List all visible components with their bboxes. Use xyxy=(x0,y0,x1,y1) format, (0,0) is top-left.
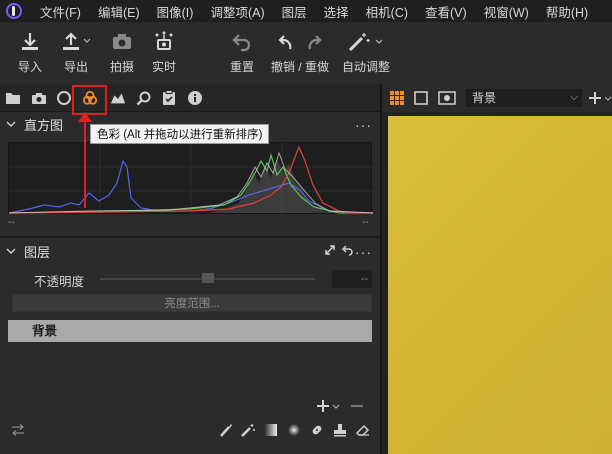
layers-header[interactable]: 图层 ··· xyxy=(0,240,380,262)
image-canvas[interactable] xyxy=(388,116,612,454)
search-icon[interactable] xyxy=(136,90,152,106)
export-label: 导出 xyxy=(63,60,88,74)
remove-layer-icon[interactable] xyxy=(350,398,364,417)
menu-layers[interactable]: 图层 xyxy=(282,2,307,21)
reset-section-icon[interactable] xyxy=(341,244,354,259)
more-icon[interactable]: ··· xyxy=(355,244,372,260)
luma-range-button[interactable]: 亮度范围... xyxy=(12,294,372,312)
reset-label: 重置 xyxy=(230,60,255,74)
opacity-slider-thumb[interactable] xyxy=(202,273,214,283)
section-divider xyxy=(0,236,380,238)
capture-label: 拍摄 xyxy=(110,60,135,74)
auto-adjust-button[interactable]: 自动调整 xyxy=(342,28,390,75)
histogram-foot-left: -- xyxy=(8,217,15,228)
viewer-toolbar: 背景 ⌵ xyxy=(382,84,612,112)
menu-file[interactable]: 文件(F) xyxy=(40,2,81,21)
eye-icon[interactable] xyxy=(438,91,456,108)
chevron-down-icon xyxy=(6,121,16,127)
magic-wand-icon xyxy=(344,28,388,56)
live-label: 实时 xyxy=(152,60,177,74)
capture-button[interactable]: 拍摄 xyxy=(110,28,134,75)
opacity-label: 不透明度 xyxy=(34,275,85,289)
add-layer-icon[interactable] xyxy=(316,398,342,417)
exposure-icon[interactable] xyxy=(110,90,126,106)
auto-mask-icon[interactable] xyxy=(240,422,256,438)
reset-button[interactable]: 重置 xyxy=(230,28,254,75)
import-label: 导入 xyxy=(18,60,43,74)
import-icon xyxy=(19,28,41,56)
export-button[interactable]: 导出 xyxy=(60,28,92,75)
menubar: 文件(F) 编辑(E) 图像(I) 调整项(A) 图层 选择 相机(C) 查看(… xyxy=(0,0,612,22)
menu-select[interactable]: 选择 xyxy=(324,2,349,21)
histogram-title: 直方图 xyxy=(24,117,64,133)
brush-icon[interactable] xyxy=(218,422,234,438)
viewer-select-value: 背景 xyxy=(472,91,497,105)
expand-icon[interactable] xyxy=(324,244,336,259)
histogram-svg xyxy=(9,143,373,215)
healing-icon[interactable] xyxy=(309,422,325,438)
lens-icon[interactable] xyxy=(56,90,72,106)
camera-icon xyxy=(111,28,133,56)
add-viewer-icon[interactable] xyxy=(588,90,612,109)
menu-edit[interactable]: 编辑(E) xyxy=(98,2,140,21)
folder-icon[interactable] xyxy=(5,90,21,106)
camera-tab-icon[interactable] xyxy=(31,90,47,106)
annotation-arrow xyxy=(84,118,86,208)
export-icon xyxy=(60,28,92,56)
histogram-chart xyxy=(8,142,373,215)
tool-tabs xyxy=(0,84,380,112)
clone-stamp-icon[interactable] xyxy=(332,422,348,438)
highlight-box xyxy=(72,85,107,115)
import-button[interactable]: 导入 xyxy=(18,28,42,75)
viewer-layer-select[interactable]: 背景 ⌵ xyxy=(466,89,582,107)
main-toolbar: 导入 导出 拍摄 实时 重置 撤销 / 重做 自动调整 xyxy=(0,22,612,84)
grid-view-icon[interactable] xyxy=(390,91,404,108)
annotation-arrow-head xyxy=(78,112,92,122)
menu-help[interactable]: 帮助(H) xyxy=(546,2,588,21)
menu-adjustments[interactable]: 调整项(A) xyxy=(210,2,264,21)
histogram-foot-right: -- xyxy=(362,217,369,228)
menu-image[interactable]: 图像(I) xyxy=(157,2,194,21)
swap-icon[interactable] xyxy=(10,422,26,438)
info-icon[interactable] xyxy=(187,90,203,106)
menu-camera[interactable]: 相机(C) xyxy=(366,2,408,21)
undo-redo-label: 撤销 / 重做 xyxy=(271,60,330,74)
single-view-icon[interactable] xyxy=(414,91,428,108)
more-icon[interactable]: ··· xyxy=(355,117,372,133)
eraser-icon[interactable] xyxy=(355,422,371,438)
auto-adjust-label: 自动调整 xyxy=(342,60,391,74)
live-view-icon xyxy=(152,28,176,56)
undo-redo-button[interactable]: 撤销 / 重做 xyxy=(271,28,329,75)
menu-view[interactable]: 查看(V) xyxy=(425,2,467,21)
undo-redo-icon xyxy=(275,28,325,56)
layer-row-background[interactable]: 背景 xyxy=(8,320,372,342)
chevron-down-icon: ⌵ xyxy=(570,92,578,103)
opacity-value-field[interactable]: -- xyxy=(332,270,372,288)
menu-window[interactable]: 视窗(W) xyxy=(484,2,529,21)
radial-icon[interactable] xyxy=(286,422,302,438)
viewer-panel: 背景 ⌵ xyxy=(380,84,612,454)
gradient-icon[interactable] xyxy=(263,422,279,438)
app-logo-icon[interactable] xyxy=(6,3,22,19)
color-tooltip: 色彩 (Alt 并拖动以进行重新排序) xyxy=(90,124,270,144)
layers-title: 图层 xyxy=(24,244,51,260)
clipboard-icon[interactable] xyxy=(161,90,177,106)
live-button[interactable]: 实时 xyxy=(152,28,176,75)
reset-icon xyxy=(231,28,253,56)
chevron-down-icon xyxy=(6,248,16,254)
